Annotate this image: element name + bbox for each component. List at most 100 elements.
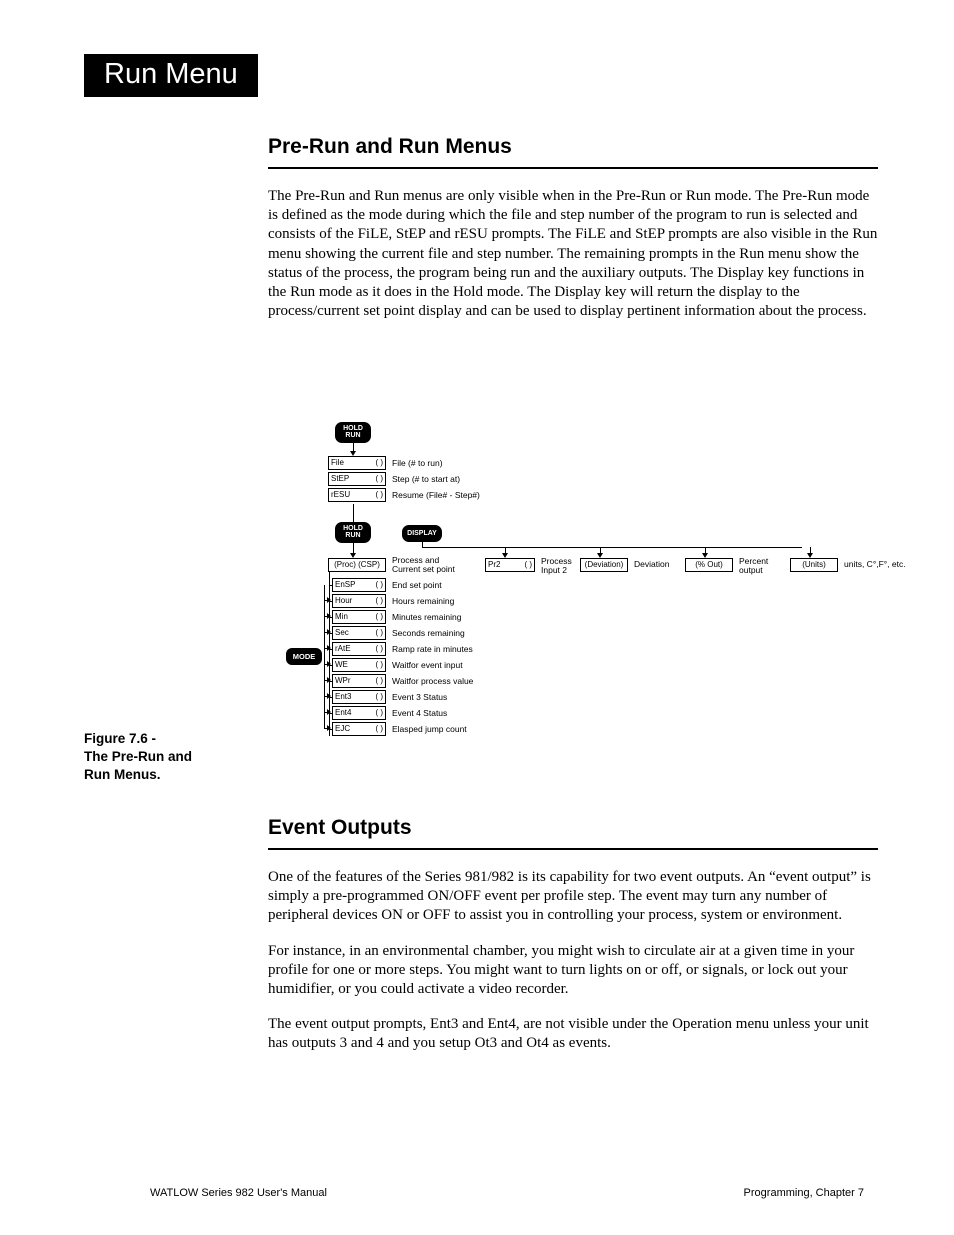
cell-key: rAtE <box>335 643 351 655</box>
mode-label: MODE <box>293 652 316 661</box>
figcap-l3: Run Menus. <box>84 766 254 784</box>
loop-icon <box>324 585 330 601</box>
branch-desc: ProcessInput 2 <box>541 557 572 575</box>
connector <box>422 547 802 548</box>
display-label: DISPLAY <box>403 530 441 537</box>
cell-key: Min <box>335 611 348 623</box>
section2-p3: The event output prompts, Ent3 and Ent4,… <box>268 1015 878 1053</box>
run-cell: Ent3 ( ) <box>332 690 386 704</box>
cell-desc: Ramp rate in minutes <box>392 644 473 654</box>
run-label: RUN <box>336 532 370 539</box>
loop-icon <box>324 713 330 729</box>
connector <box>353 443 354 451</box>
proc-csp-cell: (Proc) (CSP) <box>328 558 386 572</box>
run-cell: WE( ) <box>332 658 386 672</box>
run-cell: Min ( ) <box>332 610 386 624</box>
cell-key: Sec <box>335 627 349 639</box>
cell-key: WE <box>335 659 348 671</box>
run-cell: Sec ( ) <box>332 626 386 640</box>
section2-p1: One of the features of the Series 981/98… <box>268 868 878 926</box>
loop-icon <box>324 601 330 617</box>
mode-button: MODE <box>286 648 322 665</box>
display-button: DISPLAY <box>402 525 442 542</box>
cell-desc: Waitfor event input <box>392 660 463 670</box>
cell-desc: End set point <box>392 580 442 590</box>
proc-csp-label: (Proc) (CSP) <box>334 559 380 571</box>
branch-desc: units, C°,F°, etc. <box>844 560 906 569</box>
cell-key: File <box>331 457 344 469</box>
hold-label: HOLD <box>336 425 370 432</box>
cell-key: Pr2 <box>488 559 500 571</box>
cell-desc: Minutes remaining <box>392 612 461 622</box>
branch-cell: (% Out) <box>685 558 733 572</box>
cell-paren: ( ) <box>375 691 383 703</box>
connector <box>353 504 354 522</box>
cell-key: WPr <box>335 675 351 687</box>
cell-desc: Step (# to start at) <box>392 474 460 484</box>
loop-icon <box>324 665 330 681</box>
rule <box>268 167 878 169</box>
proc-csp-d2: Current set point <box>392 565 455 574</box>
cell-paren: ( ) <box>375 627 383 639</box>
cell-paren: ( ) <box>375 579 383 591</box>
cell-paren: ( ) <box>375 595 383 607</box>
section2-title: Event Outputs <box>268 816 878 840</box>
cell-key: Ent3 <box>335 691 351 703</box>
cell-paren: ( ) <box>375 707 383 719</box>
cell-desc: Waitfor process value <box>392 676 473 686</box>
cell-paren: ( ) <box>375 457 383 469</box>
page-tab: Run Menu <box>84 54 258 97</box>
loop-icon <box>324 697 330 713</box>
run-cell: Ent4( ) <box>332 706 386 720</box>
hold-run-button-2: HOLD RUN <box>335 522 371 543</box>
cell-paren: ( ) <box>524 559 532 571</box>
figure-caption: Figure 7.6 - The Pre-Run and Run Menus. <box>84 730 254 785</box>
cell-desc: Hours remaining <box>392 596 454 606</box>
cell-desc: Resume (File# - Step#) <box>392 490 480 500</box>
cell-key: EJC <box>335 723 350 735</box>
cell-key: EnSP <box>335 579 355 591</box>
cell-paren: ( ) <box>375 473 383 485</box>
run-cell: EnSP ( ) <box>332 578 386 592</box>
run-cell: rAtE ( ) <box>332 642 386 656</box>
cell-desc: Event 3 Status <box>392 692 447 702</box>
prerun-cell: File ( ) <box>328 456 386 470</box>
hold-label: HOLD <box>336 525 370 532</box>
cell-desc: Event 4 Status <box>392 708 447 718</box>
prerun-cell: rESU ( ) <box>328 488 386 502</box>
cell-paren: ( ) <box>375 643 383 655</box>
branch-desc: Deviation <box>634 560 669 569</box>
loop-icon <box>324 617 330 633</box>
branch-desc: Percentoutput <box>739 557 768 575</box>
figcap-l1: Figure 7.6 - <box>84 730 254 748</box>
cell-key: rESU <box>331 489 350 501</box>
footer-right: Programming, Chapter 7 <box>744 1187 864 1199</box>
branch-cell: (Deviation) <box>580 558 628 572</box>
cell-desc: Elasped jump count <box>392 724 467 734</box>
cell-key: (Units) <box>802 559 826 571</box>
proc-csp-desc: Process and Current set point <box>392 556 455 574</box>
cell-desc: File (# to run) <box>392 458 443 468</box>
cell-key: Hour <box>335 595 352 607</box>
cell-paren: ( ) <box>375 489 383 501</box>
cell-paren: ( ) <box>375 611 383 623</box>
cell-paren: ( ) <box>375 723 383 735</box>
run-label: RUN <box>336 432 370 439</box>
run-cell: Hour ( ) <box>332 594 386 608</box>
prerun-cell: StEP ( ) <box>328 472 386 486</box>
diagram: HOLD RUN File( )File (# to run)StEP( )St… <box>280 422 900 792</box>
section1-title: Pre-Run and Run Menus <box>268 135 878 159</box>
footer-left: WATLOW Series 982 User's Manual <box>150 1187 327 1199</box>
cell-key: StEP <box>331 473 349 485</box>
figcap-l2: The Pre-Run and <box>84 748 254 766</box>
loop-icon <box>324 681 330 697</box>
branch-cell: (Units) <box>790 558 838 572</box>
cell-desc: Seconds remaining <box>392 628 465 638</box>
connector <box>353 543 354 553</box>
loop-icon <box>324 633 330 649</box>
cell-paren: ( ) <box>375 675 383 687</box>
run-cell: WPr ( ) <box>332 674 386 688</box>
cell-key: (% Out) <box>695 559 723 571</box>
hold-run-button-1: HOLD RUN <box>335 422 371 443</box>
rule <box>268 848 878 850</box>
